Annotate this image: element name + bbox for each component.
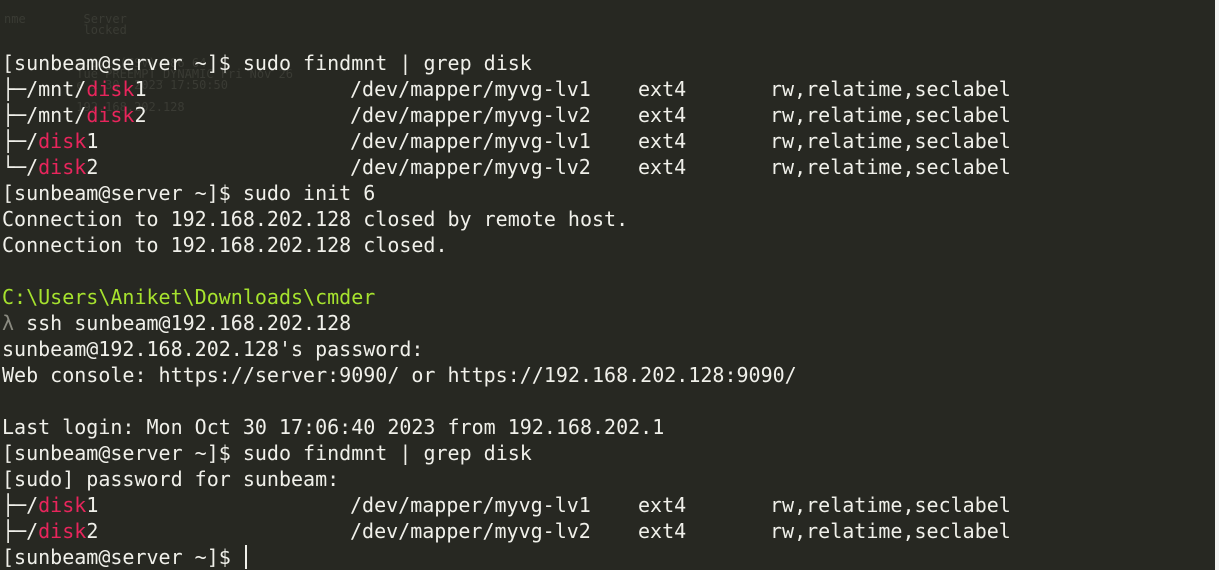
source-column: /dev/mapper/myvg-lv1 [350,77,591,101]
target-prefix: /mnt/ [26,77,87,101]
text-cursor [244,545,247,569]
target-prefix: / [26,155,39,179]
output-line: Connection to 192.168.202.128 closed. [2,233,448,257]
options-column: rw,relatime,seclabel [770,103,1011,127]
grep-match: disk [86,103,135,127]
grep-match: disk [38,493,87,517]
fstype-column: ext4 [638,519,687,543]
findmnt-row: ├─/mnt/disk1/dev/mapper/myvg-lv1 ext4 rw,r… [2,76,1011,102]
shell-prompt: [sunbeam@server ~]$ [2,545,243,569]
target-column: ├─/mnt/disk2 [2,102,350,128]
terminal-output: [sunbeam@server ~]$ sudo findmnt | grep … [2,50,1011,570]
options-column: rw,relatime,seclabel [770,155,1011,179]
lambda-icon: λ [2,311,15,335]
command-text: sudo findmnt | grep disk [242,441,532,465]
target-suffix: 2 [86,519,99,543]
tree-glyph: ├─ [2,493,27,517]
target-suffix: 1 [86,493,99,517]
target-prefix: / [26,493,39,517]
source-column: /dev/mapper/myvg-lv2 [350,519,591,543]
options-column: rw,relatime,seclabel [770,519,1011,543]
window-edge [1215,0,1219,570]
target-suffix: 2 [86,155,99,179]
fstype-column: ext4 [638,103,687,127]
fstype-column: ext4 [638,77,687,101]
shell-prompt: [sunbeam@server ~]$ [2,51,243,75]
target-column: ├─/disk1 [2,492,350,518]
target-suffix: 1 [86,129,99,153]
output-line: Connection to 192.168.202.128 closed by … [2,207,629,231]
grep-match: disk [38,129,87,153]
target-prefix: / [26,519,39,543]
source-column: /dev/mapper/myvg-lv1 [350,493,591,517]
source-column: /dev/mapper/myvg-lv2 [350,103,591,127]
cmder-path: C:\Users\Aniket\Downloads\cmder [2,285,376,309]
prompt-line: [sunbeam@server ~]$ sudo findmnt | grep … [2,440,1011,466]
fstype-column: ext4 [638,155,687,179]
prompt-line: [sunbeam@server ~]$ sudo findmnt | grep … [2,50,1011,76]
findmnt-row: ├─/disk2/dev/mapper/myvg-lv2 ext4 rw,relat… [2,518,1011,544]
tree-glyph: ├─ [2,519,27,543]
grep-match: disk [38,155,87,179]
findmnt-row: └─/disk2/dev/mapper/myvg-lv2 ext4 rw,relat… [2,154,1011,180]
cmder-prompt-line: λ ssh sunbeam@192.168.202.128 [2,310,1011,336]
target-column: ├─/disk1 [2,128,350,154]
target-column: └─/disk2 [2,154,350,180]
fstype-column: ext4 [638,129,687,153]
terminal-window[interactable]: nme Server locked S.0.1 (CSV) x86_64 Tue… [0,0,1219,570]
shell-prompt: [sunbeam@server ~]$ [2,181,243,205]
findmnt-row: ├─/mnt/disk2/dev/mapper/myvg-lv2 ext4 rw,r… [2,102,1011,128]
tree-glyph: ├─ [2,103,27,127]
target-suffix: 1 [134,77,147,101]
active-prompt-line[interactable]: [sunbeam@server ~]$ [2,544,1011,570]
target-suffix: 2 [134,103,147,127]
target-column: ├─/disk2 [2,518,350,544]
fstype-column: ext4 [638,493,687,517]
output-line: sunbeam@192.168.202.128's password: [2,337,424,361]
tree-glyph: ├─ [2,77,27,101]
findmnt-row: ├─/disk1/dev/mapper/myvg-lv1 ext4 rw,relat… [2,492,1011,518]
findmnt-row: ├─/disk1/dev/mapper/myvg-lv1 ext4 rw,relat… [2,128,1011,154]
grep-match: disk [38,519,87,543]
command-text: sudo init 6 [242,181,376,205]
tree-glyph: ├─ [2,129,27,153]
options-column: rw,relatime,seclabel [770,493,1011,517]
output-line: Last login: Mon Oct 30 17:06:40 2023 fro… [2,415,665,439]
shell-prompt: [sunbeam@server ~]$ [2,441,243,465]
target-prefix: / [26,129,39,153]
target-column: ├─/mnt/disk1 [2,76,350,102]
source-column: /dev/mapper/myvg-lv1 [350,129,591,153]
output-line: Web console: https://server:9090/ or htt… [2,363,797,387]
tree-glyph: └─ [2,155,27,179]
command-text: ssh sunbeam@192.168.202.128 [14,311,352,335]
output-line: [sudo] password for sunbeam: [2,467,340,491]
prompt-line: [sunbeam@server ~]$ sudo init 6 [2,180,1011,206]
grep-match: disk [86,77,135,101]
options-column: rw,relatime,seclabel [770,129,1011,153]
command-text: sudo findmnt | grep disk [242,51,532,75]
target-prefix: /mnt/ [26,103,87,127]
options-column: rw,relatime,seclabel [770,77,1011,101]
source-column: /dev/mapper/myvg-lv2 [350,155,591,179]
